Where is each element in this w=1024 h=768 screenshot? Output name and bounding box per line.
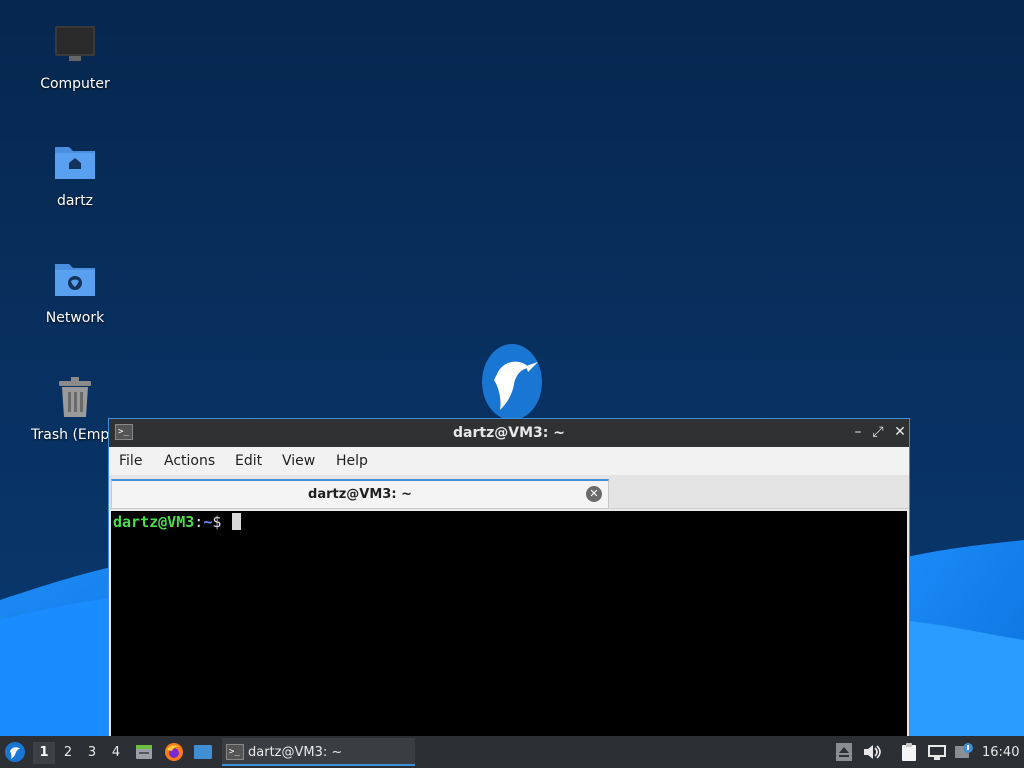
window-titlebar[interactable]: >_ dartz@VM3: ~ – ⤢ ✕: [109, 419, 909, 447]
computer-icon: [55, 26, 95, 61]
menu-file[interactable]: File: [119, 453, 142, 469]
prompt-line: dartz@VM3:~$: [113, 513, 242, 531]
desktop-icon-label: Trash (Empty): [31, 427, 119, 443]
network-folder-icon: [55, 264, 95, 296]
desktop-icon-label: dartz: [56, 193, 94, 209]
distro-logo: [482, 344, 542, 420]
workspace-4[interactable]: 4: [105, 742, 127, 764]
prompt-path: ~: [203, 513, 213, 531]
desktop-icon-computer[interactable]: Computer: [20, 22, 130, 92]
task-label: dartz@VM3: ~: [248, 745, 343, 760]
desktop-icon-trash[interactable]: Trash (Empty): [31, 373, 119, 443]
volume-icon[interactable]: [862, 742, 882, 762]
prompt-symbol: $: [212, 513, 222, 531]
workspace-3[interactable]: 3: [81, 742, 103, 764]
menu-help[interactable]: Help: [336, 453, 368, 469]
menu-edit[interactable]: Edit: [235, 453, 262, 469]
tab-close-icon[interactable]: ✕: [586, 486, 602, 502]
menu-view[interactable]: View: [282, 453, 315, 469]
close-button[interactable]: ✕: [891, 423, 909, 441]
terminal-window[interactable]: >_ dartz@VM3: ~ – ⤢ ✕ File Actions Edit …: [108, 418, 910, 748]
text-cursor: [232, 513, 242, 530]
desktop-icon-label: Network: [45, 310, 105, 326]
terminal-output[interactable]: dartz@VM3:~$: [111, 511, 907, 747]
network-icon[interactable]: [927, 742, 947, 762]
clock[interactable]: 16:40: [982, 745, 1019, 760]
desktop-icon-network[interactable]: Network: [20, 256, 130, 326]
eject-icon[interactable]: [834, 742, 854, 762]
minimize-button[interactable]: –: [849, 423, 867, 441]
tab-label: dartz@VM3: ~: [308, 487, 412, 502]
tab-bar: dartz@VM3: ~ ✕: [109, 475, 909, 509]
menu-bar: File Actions Edit View Help: [109, 447, 909, 475]
clipboard-icon[interactable]: [899, 742, 919, 762]
prompt-user-host: dartz@VM3: [113, 513, 195, 531]
taskbar-task-terminal[interactable]: >_ dartz@VM3: ~: [222, 738, 415, 766]
maximize-button[interactable]: ⤢: [869, 423, 887, 441]
prompt-colon: :: [194, 513, 204, 531]
workspace-1[interactable]: 1: [33, 742, 55, 764]
firefox-icon[interactable]: [164, 742, 184, 762]
update-notifier-icon[interactable]: [954, 742, 974, 762]
trash-icon: [59, 377, 91, 417]
workspace-2[interactable]: 2: [57, 742, 79, 764]
file-manager-icon[interactable]: [134, 742, 154, 762]
terminal-task-icon: >_: [226, 744, 244, 760]
desktop-icon-home[interactable]: dartz: [20, 139, 130, 209]
tab-terminal[interactable]: dartz@VM3: ~ ✕: [111, 479, 609, 509]
desktop-icon-label: Computer: [40, 76, 110, 92]
menu-actions[interactable]: Actions: [164, 453, 215, 469]
start-menu-icon[interactable]: [4, 741, 26, 763]
taskbar: 1 2 3 4 >_ dartz@VM3: ~ 16:40: [0, 736, 1024, 768]
show-desktop-icon[interactable]: [193, 742, 213, 762]
window-title: dartz@VM3: ~: [453, 425, 565, 441]
home-folder-icon: [55, 147, 95, 179]
